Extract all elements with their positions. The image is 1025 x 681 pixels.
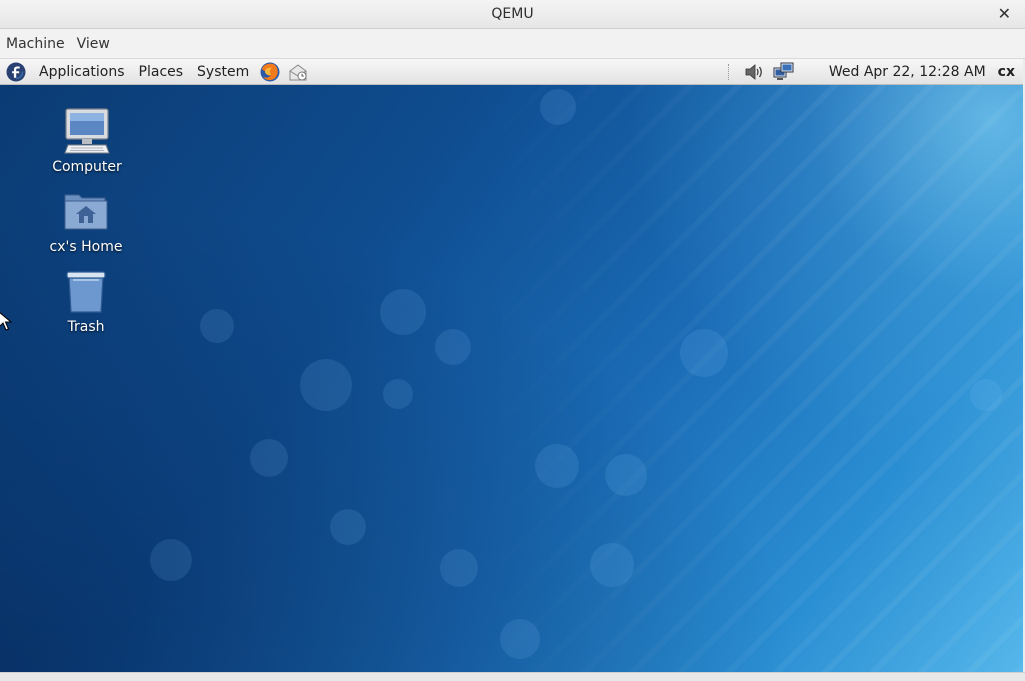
firefox-icon[interactable] [259, 61, 281, 83]
home-folder-icon [61, 186, 111, 236]
guest-desktop[interactable]: Applications Places System Wed Apr 22, 1… [0, 59, 1023, 672]
wallpaper-bokeh [383, 379, 413, 409]
wallpaper-bokeh [250, 439, 288, 477]
desktop-icon-label: Computer [52, 159, 122, 175]
desktop-icon-computer[interactable]: Computer [42, 106, 132, 175]
window-title: QEMU [491, 6, 534, 22]
network-icon[interactable] [772, 61, 796, 83]
panel-handle[interactable] [727, 63, 731, 80]
panel-clock[interactable]: Wed Apr 22, 12:28 AM [829, 64, 986, 80]
gnome-top-panel: Applications Places System Wed Apr 22, 1… [0, 59, 1023, 85]
desktop-icon-label: Trash [67, 319, 105, 335]
fedora-logo-icon[interactable] [6, 62, 26, 82]
panel-menu-applications[interactable]: Applications [32, 64, 132, 80]
desktop-icon-label: cx's Home [49, 239, 123, 255]
volume-icon[interactable] [742, 61, 766, 83]
wallpaper-bokeh [435, 329, 471, 365]
wallpaper-bokeh [300, 359, 352, 411]
desktop-icon-home[interactable]: cx's Home [41, 186, 131, 255]
menu-machine[interactable]: Machine [0, 36, 71, 52]
wallpaper-bokeh [970, 379, 1002, 411]
mouse-pointer-icon [0, 311, 13, 335]
wallpaper-bokeh [150, 539, 192, 581]
qemu-menubar: Machine View [0, 29, 1025, 59]
wallpaper-bokeh [500, 619, 540, 659]
wallpaper-bokeh [590, 543, 634, 587]
window-titlebar: QEMU ✕ [0, 0, 1025, 29]
wallpaper-bokeh [440, 549, 478, 587]
menu-view[interactable]: View [71, 36, 116, 52]
wallpaper-bokeh [380, 289, 426, 335]
desktop-icon-trash[interactable]: Trash [41, 266, 131, 335]
wallpaper-bokeh [330, 509, 366, 545]
panel-user-menu[interactable]: cx [998, 64, 1015, 80]
wallpaper-bokeh [605, 454, 647, 496]
wallpaper-bokeh [200, 309, 234, 343]
wallpaper-bokeh [540, 89, 576, 125]
wallpaper-bokeh [535, 444, 579, 488]
computer-icon [62, 106, 112, 156]
panel-menu-system[interactable]: System [190, 64, 256, 80]
wallpaper-streaks [0, 59, 1023, 672]
wallpaper-bokeh [680, 329, 728, 377]
panel-menu-places[interactable]: Places [132, 64, 191, 80]
trash-icon [61, 266, 111, 316]
close-window-button[interactable]: ✕ [998, 4, 1011, 23]
mail-client-icon[interactable] [287, 61, 309, 83]
